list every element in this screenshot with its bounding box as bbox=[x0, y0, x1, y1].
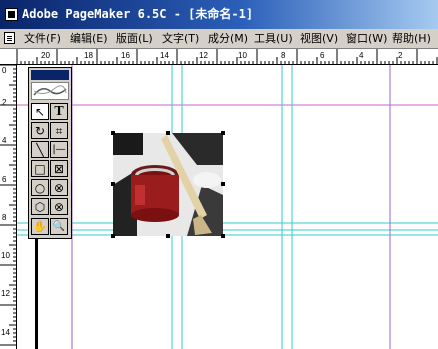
hruler-label: 18 bbox=[84, 51, 93, 60]
page-guides bbox=[17, 65, 438, 349]
vertical-ruler[interactable]: 0 2 4 6 8 10 12 14 bbox=[0, 65, 17, 349]
rectangle-tool-icon[interactable]: □ bbox=[31, 160, 49, 177]
page-edge-line bbox=[35, 236, 38, 349]
constrained-line-tool-icon[interactable]: |— bbox=[50, 141, 68, 158]
resize-handle[interactable] bbox=[221, 131, 225, 135]
hruler-label: 12 bbox=[199, 51, 208, 60]
menu-window[interactable]: 窗口(W) bbox=[346, 31, 387, 46]
pasteboard[interactable] bbox=[17, 65, 438, 349]
vruler-label: 14 bbox=[1, 328, 10, 337]
vruler-label: 6 bbox=[2, 175, 7, 184]
menu-element[interactable]: 成分(M) bbox=[208, 31, 248, 46]
resize-handle[interactable] bbox=[221, 234, 225, 238]
menu-help[interactable]: 帮助(H) bbox=[392, 31, 431, 46]
document-icon[interactable] bbox=[4, 32, 15, 44]
crop-tool-icon[interactable]: ⌗ bbox=[50, 122, 68, 139]
resize-handle[interactable] bbox=[111, 234, 115, 238]
horizontal-ruler-ticks: 20 18 16 14 12 10 8 6 4 2 bbox=[16, 49, 438, 65]
window-title: Adobe PageMaker 6.5C - [未命名-1] bbox=[22, 7, 254, 21]
resize-handle[interactable] bbox=[166, 131, 170, 135]
hruler-label: 4 bbox=[359, 51, 364, 60]
polygon-frame-tool-icon[interactable]: ⊗ bbox=[50, 198, 68, 215]
vertical-ruler-ticks: 0 2 4 6 8 10 12 14 bbox=[0, 65, 17, 346]
menu-type[interactable]: 文字(T) bbox=[162, 31, 199, 46]
line-tool-icon[interactable]: ╲ bbox=[31, 141, 49, 158]
hruler-label: 14 bbox=[160, 51, 169, 60]
hruler-label: 8 bbox=[281, 51, 286, 60]
toolbox-preview bbox=[31, 82, 69, 100]
toolbox-palette[interactable]: ↖ T ↻ ⌗ ╲ |— □ ⊠ ○ ⊗ ⬡ ⊗ ✋ 🔍 bbox=[28, 67, 72, 239]
polygon-tool-icon[interactable]: ⬡ bbox=[31, 198, 49, 215]
hruler-label: 10 bbox=[238, 51, 247, 60]
vruler-label: 10 bbox=[1, 251, 10, 260]
zoom-tool-icon[interactable]: 🔍 bbox=[50, 218, 68, 235]
text-tool-icon[interactable]: T bbox=[50, 103, 68, 120]
hruler-label: 2 bbox=[398, 51, 403, 60]
hruler-label: 6 bbox=[320, 51, 325, 60]
rotate-tool-icon[interactable]: ↻ bbox=[31, 122, 49, 139]
pagemaker-app-icon[interactable] bbox=[5, 8, 18, 21]
menu-utilities[interactable]: 工具(U) bbox=[254, 31, 293, 46]
toolbox-title-bar[interactable] bbox=[31, 70, 69, 80]
vruler-label: 4 bbox=[2, 136, 7, 145]
resize-handle[interactable] bbox=[221, 182, 225, 186]
hruler-label: 16 bbox=[121, 51, 130, 60]
preview-thumbnail-icon bbox=[33, 85, 67, 96]
pointer-tool-icon[interactable]: ↖ bbox=[31, 103, 49, 120]
vruler-label: 8 bbox=[2, 213, 7, 222]
vruler-label: 12 bbox=[1, 289, 10, 298]
menu-file[interactable]: 文件(F) bbox=[24, 31, 61, 46]
resize-handle[interactable] bbox=[166, 234, 170, 238]
hand-tool-icon[interactable]: ✋ bbox=[31, 218, 49, 235]
title-bar: Adobe PageMaker 6.5C - [未命名-1] bbox=[0, 0, 438, 29]
horizontal-ruler[interactable]: 20 18 16 14 12 10 8 6 4 2 bbox=[0, 49, 438, 65]
menu-view[interactable]: 视图(V) bbox=[300, 31, 338, 46]
hruler-label: 20 bbox=[41, 51, 50, 60]
menu-layout[interactable]: 版面(L) bbox=[116, 31, 153, 46]
placed-image[interactable] bbox=[113, 133, 223, 236]
vruler-label: 0 bbox=[2, 66, 7, 75]
ellipse-tool-icon[interactable]: ○ bbox=[31, 179, 49, 196]
resize-handle[interactable] bbox=[111, 131, 115, 135]
rectangle-frame-tool-icon[interactable]: ⊠ bbox=[50, 160, 68, 177]
menu-edit[interactable]: 编辑(E) bbox=[70, 31, 108, 46]
vruler-label: 2 bbox=[2, 98, 7, 107]
resize-handle[interactable] bbox=[111, 182, 115, 186]
ellipse-frame-tool-icon[interactable]: ⊗ bbox=[50, 179, 68, 196]
menu-bar: 文件(F) 编辑(E) 版面(L) 文字(T) 成分(M) 工具(U) 视图(V… bbox=[0, 29, 438, 49]
